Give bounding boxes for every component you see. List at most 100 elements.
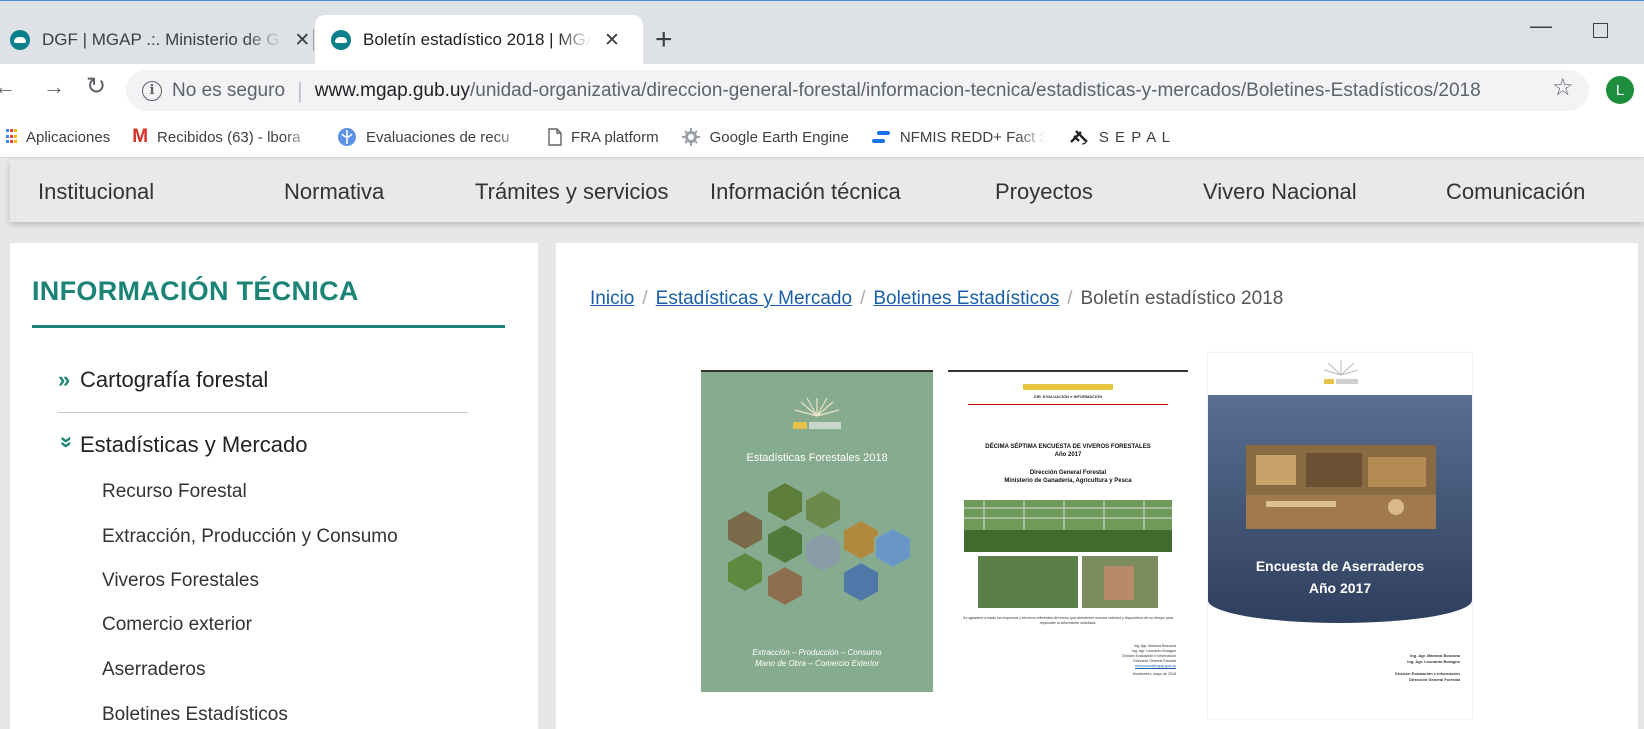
nfmis-icon [871,130,891,144]
sidebar-subitem-comercio[interactable]: Comercio exterior [102,614,252,636]
tab-boletin[interactable]: Boletín estadístico 2018 | MGAP .:. Mini… [315,15,643,65]
maximize-icon[interactable] [1593,23,1608,38]
sidebar-subitem-extraccion[interactable]: Extracción, Producción y Consumo [102,526,398,548]
mgap-logo-icon [793,397,841,429]
sidebar: INFORMACIÓN TÉCNICA » Cartografía forest… [10,243,538,729]
bookmark-fao[interactable]: Evaluaciones de recu [337,127,526,147]
cover-direction: Dirección General Forestal [1409,677,1460,682]
breadcrumb-link-boletines[interactable]: Boletines Estadísticos [873,288,1059,309]
bookmark-label: Aplicaciones [26,128,111,146]
bookmark-apps[interactable]: Aplicaciones [0,129,110,146]
cover-footer-line1: Extracción – Producción – Consumo [752,648,882,657]
sidebar-item-estadisticas[interactable]: » Estadísticas y Mercado [55,432,307,458]
cover-org-line2: Ministerio de Ganadería, Agricultura y P… [1004,478,1132,484]
cover-author2: Ing. Agr. Leonardo Boragno [1407,659,1460,664]
nav-item-informacion-tecnica[interactable]: Información técnica [710,179,901,205]
url-path: /unidad-organizativa/direccion-general-f… [469,79,1481,101]
cover-title-line2: Año 2017 [1308,580,1372,596]
sidebar-subitem-aserraderos[interactable]: Aserraderos [102,659,206,681]
tab-divider [313,29,314,51]
url-divider: | [297,77,303,103]
tab-title: Boletín estadístico 2018 | MGAP .:. Mini… [363,30,591,49]
cover-acknowledgement: Se agradece a todas las empresas y técni… [962,616,1174,625]
page-icon [548,128,562,146]
bookmark-label: Evaluaciones de recu [366,128,510,146]
cover-footer-line2: Mano de Obra – Comercio Exterior [754,659,880,668]
breadcrumb-separator: / [642,288,648,309]
cover-title-line1: DÉCIMA SÉPTIMA ENCUESTA DE VIVEROS FORES… [985,444,1151,450]
bookmark-earth-engine[interactable]: Google Earth Engine [681,127,849,147]
breadcrumb: Inicio / Estadísticas y Mercado / Boletines … [590,288,1283,310]
nav-item-institucional[interactable]: Institucional [38,179,154,205]
tab-title: DGF | MGAP .:. Ministerio de Ganadería [42,30,282,49]
bookmark-fra[interactable]: FRA platform [548,128,659,146]
fao-icon [337,127,357,147]
bookmark-gmail[interactable]: M Recibidos (63) - lbora [132,126,315,148]
bookmark-nfmis[interactable]: NFMIS REDD+ Fact S [871,129,1046,146]
cover-title-line1: Encuesta de Aserraderos [1255,558,1425,574]
sawmill-photo [1246,445,1436,529]
mgap-favicon-icon [10,30,30,50]
browser-toolbar: ← → ↻ i No es seguro | www.mgap.gub.uy /… [0,64,1644,117]
minimize-icon[interactable]: — [1530,13,1552,39]
browser-tab-strip: DGF | MGAP .:. Ministerio de Ganadería ✕… [0,0,1644,65]
cover-estadisticas-forestales-2018[interactable]: Estadísticas Forestales 2018 Extracción … [701,370,933,692]
cover-header-rule [968,404,1168,405]
security-label[interactable]: No es seguro [172,80,285,102]
sidebar-title-rule [32,325,505,328]
cover-email: mboscana@mgap.gub.uy [1134,664,1176,668]
tab-dgf[interactable]: DGF | MGAP .:. Ministerio de Ganadería ✕ [0,15,313,65]
breadcrumb-separator: / [860,288,866,309]
cover-encuesta-aserraderos-2017[interactable]: Encuesta de Aserraderos Año 2017 Ing. Ag… [1208,353,1472,718]
cover-header-bar [948,384,1188,392]
bookmarks-bar: Aplicaciones M Recibidos (63) - lbora Ev… [0,117,1644,158]
address-bar[interactable]: i No es seguro | www.mgap.gub.uy /unidad… [126,70,1589,111]
mgap-logo-icon [1323,360,1359,384]
reload-icon[interactable]: ↻ [86,72,106,101]
url-host: www.mgap.gub.uy [314,79,470,101]
profile-avatar[interactable]: L [1606,76,1634,104]
breadcrumb-current: Boletín estadístico 2018 [1080,288,1284,309]
nav-item-tramites[interactable]: Trámites y servicios [475,179,669,205]
breadcrumb-link-inicio[interactable]: Inicio [590,288,634,309]
new-tab-icon[interactable]: + [655,25,673,55]
bookmark-label: S E P A L [1098,128,1171,146]
breadcrumb-separator: / [1067,288,1073,309]
nursery-greenhouse-photo [964,500,1172,608]
nav-item-comunicacion[interactable]: Comunicación [1446,179,1585,205]
close-icon[interactable]: ✕ [292,29,313,52]
hexagon-photo-collage [726,480,912,608]
apps-grid-icon [6,129,18,145]
gmail-icon: M [132,126,149,147]
sidebar-item-label: Cartografía forestal [80,367,269,392]
nav-item-vivero-nacional[interactable]: Vivero Nacional [1203,179,1357,205]
main-content: Inicio / Estadísticas y Mercado / Boletines … [556,243,1638,729]
back-icon[interactable]: ← [0,74,16,100]
cover-encuesta-viveros-2017[interactable]: DIR. EVALUACIÓN e INFORMACIÓN DÉCIMA SÉP… [948,370,1188,692]
bookmark-label: Recibidos (63) - lbora [157,128,301,146]
forward-icon[interactable]: → [43,74,65,100]
sidebar-title: INFORMACIÓN TÉCNICA [32,276,359,306]
cover-title-line2: Año 2017 [1054,452,1082,458]
info-icon[interactable]: i [142,80,162,101]
double-chevron-right-icon: » [58,367,71,392]
sidebar-subitem-boletines[interactable]: Boletines Estadísticos [102,704,288,726]
bookmark-star-icon[interactable]: ☆ [1552,73,1574,102]
earth-engine-icon [681,127,701,147]
sidebar-subitem-recurso-forestal[interactable]: Recurso Forestal [102,481,247,503]
bookmark-label: FRA platform [571,128,659,146]
nav-item-normativa[interactable]: Normativa [284,179,384,205]
sidebar-item-cartografia[interactable]: » Cartografía forestal [58,367,268,393]
breadcrumb-link-estadisticas[interactable]: Estadísticas y Mercado [656,288,852,309]
close-icon[interactable]: ✕ [601,29,623,52]
double-chevron-down-icon: » [55,436,80,449]
site-main-nav: Institucional Normativa Trámites y servi… [10,160,1644,222]
divider [58,412,468,413]
cover-org-line1: Dirección General Forestal [1029,470,1107,476]
cover-header-text: DIR. EVALUACIÓN e INFORMACIÓN [1033,394,1103,399]
sepal-satellite-icon [1068,127,1090,147]
mgap-favicon-icon [331,30,351,50]
bookmark-sepal[interactable]: S E P A L [1068,127,1171,147]
sidebar-subitem-viveros[interactable]: Viveros Forestales [102,570,259,592]
nav-item-proyectos[interactable]: Proyectos [995,179,1093,205]
